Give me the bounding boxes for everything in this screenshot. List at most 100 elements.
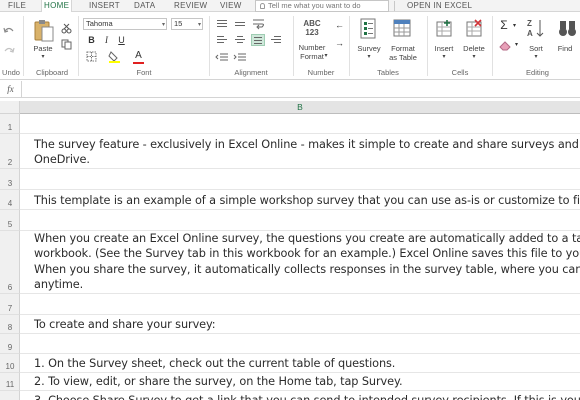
chevron-down-icon[interactable]: ▾ [37, 53, 49, 62]
row-header[interactable]: 8 [0, 315, 20, 334]
group-divider [427, 16, 428, 76]
row-header[interactable]: 12 [0, 391, 20, 400]
align-right-button[interactable] [269, 34, 283, 46]
tab-insert[interactable]: INSERT [87, 0, 122, 12]
survey-icon[interactable] [359, 17, 379, 41]
table-row[interactable]: 1. On the Survey sheet, check out the cu… [20, 354, 580, 373]
formula-bar: fx [0, 81, 580, 98]
row-header[interactable]: 4 [0, 190, 20, 210]
delete-cells-icon[interactable] [465, 18, 485, 40]
cell-text: 2. To view, edit, or share the survey, o… [34, 375, 403, 388]
paste-icon[interactable] [33, 18, 55, 44]
row-header[interactable]: 7 [0, 294, 20, 315]
italic-button[interactable]: I [101, 35, 112, 46]
cell-text: The survey feature - exclusively in Exce… [34, 137, 579, 151]
paste-button[interactable]: Paste [30, 44, 56, 53]
bold-button[interactable]: B [86, 35, 97, 46]
table-row[interactable] [20, 334, 580, 354]
insert-button[interactable]: Insert [430, 44, 458, 53]
sort-button[interactable]: Sort [524, 44, 548, 53]
align-middle-button[interactable] [233, 18, 247, 30]
format-as-table-icon[interactable] [392, 18, 414, 40]
worksheet-grid: B 1 2 The survey feature - exclusively in … [0, 98, 580, 400]
group-divider [23, 16, 24, 76]
underline-button[interactable]: U [116, 35, 127, 46]
cut-icon[interactable] [61, 23, 72, 34]
copy-icon[interactable] [61, 39, 72, 50]
survey-button[interactable]: Survey [354, 44, 384, 53]
increase-indent-icon[interactable] [233, 52, 247, 62]
number-format-icon[interactable]: ABC 123 [298, 19, 326, 37]
chevron-down-icon[interactable]: ▾ [513, 40, 520, 51]
align-left-button[interactable] [215, 34, 229, 46]
row-number: 6 [7, 283, 13, 292]
table-row[interactable]: When you create an Excel Online survey, … [20, 231, 580, 294]
chevron-down-icon[interactable]: ▾ [511, 21, 518, 32]
table-row[interactable] [20, 294, 580, 315]
open-in-excel-button[interactable]: OPEN IN EXCEL [405, 0, 474, 12]
chevron-down-icon: ▾ [367, 54, 371, 60]
decrease-indent-icon[interactable] [215, 52, 229, 62]
formula-input[interactable] [23, 81, 580, 97]
cell-text: To create and share your survey: [34, 318, 216, 331]
redo-icon[interactable] [3, 46, 15, 56]
row-number: 5 [7, 220, 13, 229]
decrease-decimal-button[interactable]: → [334, 38, 345, 49]
align-center-button[interactable] [233, 34, 247, 46]
tell-me-box[interactable]: Tell me what you want to do [255, 0, 389, 12]
cell-text: This template is an example of a simple … [34, 194, 580, 207]
table-row[interactable]: To create and share your survey: [20, 315, 580, 334]
row-header[interactable]: 3 [0, 169, 20, 190]
find-button[interactable]: Find [553, 44, 577, 53]
tab-review[interactable]: REVIEW [172, 0, 209, 12]
table-row[interactable] [20, 210, 580, 231]
table-row[interactable]: 2. To view, edit, or share the survey, o… [20, 373, 580, 391]
tab-data[interactable]: DATA [132, 0, 157, 12]
row-header[interactable]: 9 [0, 334, 20, 354]
delete-button[interactable]: Delete [459, 44, 489, 53]
select-all-corner[interactable] [0, 101, 20, 114]
wrap-text-icon[interactable] [252, 18, 266, 30]
borders-icon[interactable] [86, 51, 100, 62]
align-top-button[interactable] [215, 18, 229, 30]
sort-az-icon[interactable]: Z A [526, 17, 548, 41]
undo-group-label: Undo [2, 68, 20, 77]
clipboard-group-label: Clipboard [35, 68, 69, 77]
group-divider [209, 16, 210, 76]
font-name-combo[interactable]: Tahoma ▾ [83, 18, 167, 30]
chevron-down-icon: ▾ [442, 54, 446, 60]
table-row[interactable] [20, 114, 580, 134]
table-row[interactable]: This template is an example of a simple … [20, 190, 580, 210]
format-as-table-button[interactable]: Format as Table [384, 44, 422, 62]
tell-me-placeholder: Tell me what you want to do [268, 1, 361, 10]
autosum-icon[interactable]: Σ [497, 19, 511, 31]
cell-text: workbook. (See the Survey tab in this wo… [34, 247, 580, 260]
ribbon-home: Undo Paste ▾ Clipboard Tahoma ▾ 15 ▾ B I U… [0, 12, 580, 80]
font-size-combo[interactable]: 15 ▾ [171, 18, 203, 30]
table-row[interactable]: 3. Choose Share Survey to get a link tha… [20, 391, 580, 400]
table-row[interactable] [20, 169, 580, 190]
column-header-b[interactable]: B [20, 101, 580, 114]
align-bottom-button[interactable] [251, 34, 265, 46]
table-row[interactable]: The survey feature - exclusively in Exce… [20, 134, 580, 169]
fill-color-icon[interactable] [108, 50, 122, 63]
row-header[interactable]: 2 [0, 134, 20, 169]
undo-icon[interactable] [3, 26, 15, 36]
cell-text: OneDrive. [34, 153, 90, 166]
find-binoculars-icon[interactable] [557, 18, 579, 40]
row-header[interactable]: 11 [0, 373, 20, 391]
number-group-label: Number [307, 68, 335, 77]
row-header[interactable]: 6 [0, 231, 20, 294]
increase-decimal-button[interactable]: ← [334, 20, 345, 31]
insert-cells-icon[interactable] [435, 18, 455, 40]
tab-view[interactable]: VIEW [218, 0, 244, 12]
row-header[interactable]: 10 [0, 354, 20, 373]
row-number: 4 [7, 199, 13, 208]
tab-file[interactable]: FILE [6, 0, 28, 12]
font-color-letter: A [135, 50, 142, 61]
font-color-button[interactable]: A [133, 50, 144, 61]
clear-eraser-icon[interactable] [498, 39, 514, 51]
row-header[interactable]: 5 [0, 210, 20, 231]
function-icon[interactable]: fx [0, 81, 22, 97]
row-header[interactable]: 1 [0, 114, 20, 134]
